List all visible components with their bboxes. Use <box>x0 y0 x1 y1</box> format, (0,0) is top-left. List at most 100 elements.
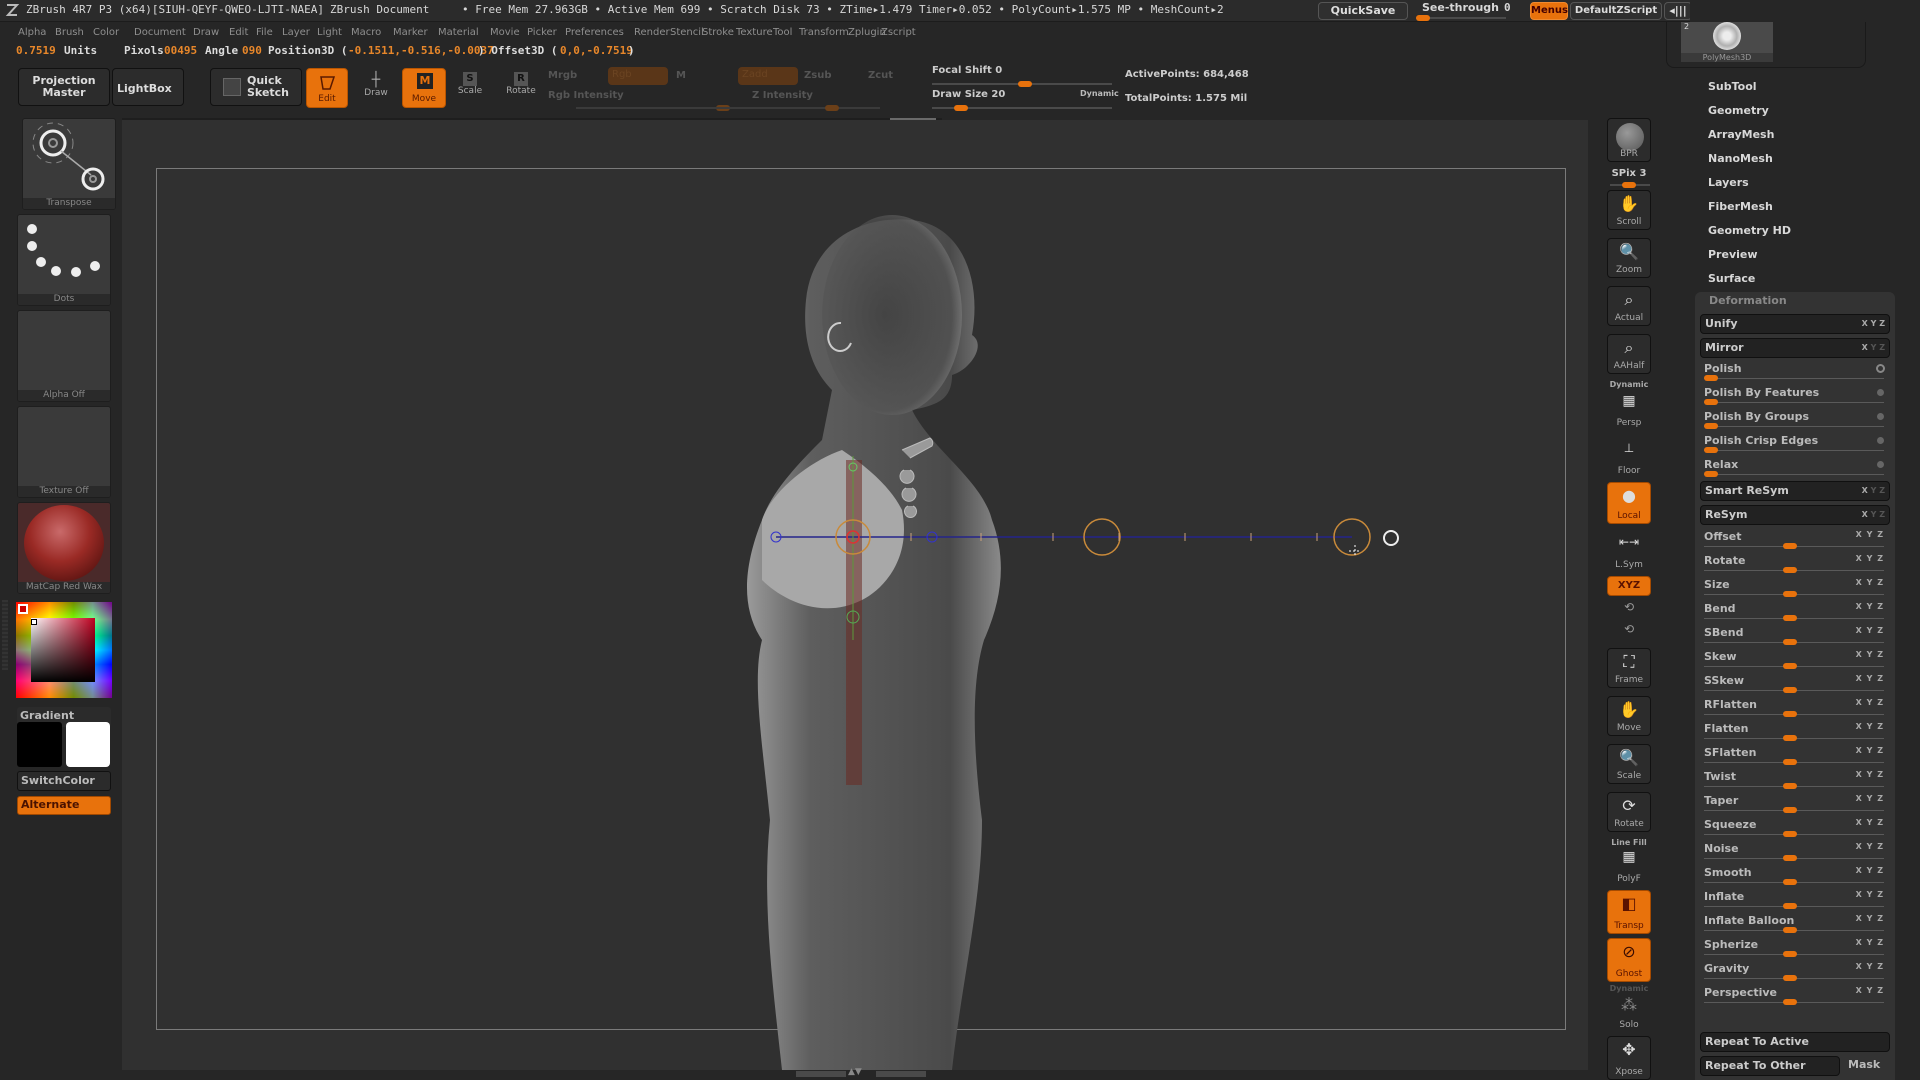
material-picker[interactable]: MatCap Red Wax <box>17 502 111 594</box>
menu-draw[interactable]: Draw <box>193 27 219 38</box>
deformation-slider[interactable]: Perspective X Y Z <box>1700 986 1890 1010</box>
transpose-handle-icon[interactable] <box>1383 530 1399 546</box>
axis-toggles[interactable]: X Y Z <box>1856 626 1884 635</box>
slider-knob[interactable] <box>1704 423 1718 429</box>
slider-track[interactable] <box>1704 927 1884 933</box>
focal-shift-slider[interactable] <box>932 81 1112 87</box>
zcut-toggle[interactable]: Zcut <box>868 70 893 81</box>
alpha-picker[interactable]: Alpha Off <box>17 310 111 402</box>
slider-track[interactable] <box>1704 615 1884 621</box>
deformation-slider[interactable]: Taper X Y Z <box>1700 794 1890 818</box>
dynamic-toggle[interactable]: Dynamic <box>1080 89 1119 98</box>
stroke-picker[interactable]: Dots <box>17 214 111 306</box>
slider-knob[interactable] <box>1783 735 1797 741</box>
axis-toggles[interactable]: X Y Z <box>1856 914 1884 923</box>
slider-track[interactable] <box>1704 687 1884 693</box>
axis-toggles[interactable]: X Y Z <box>1856 842 1884 851</box>
slider-knob[interactable] <box>1783 903 1797 909</box>
axis-toggles[interactable]: X Y Z <box>1856 866 1884 875</box>
resym-button[interactable]: ReSym X Y Z <box>1700 505 1890 525</box>
deformation-slider[interactable]: Inflate Balloon X Y Z <box>1700 914 1890 938</box>
zsub-toggle[interactable]: Zsub <box>804 70 831 81</box>
axis-toggles[interactable]: X Y Z <box>1856 986 1884 995</box>
polish-mode-dot-icon[interactable] <box>1877 389 1884 396</box>
menu-texture[interactable]: Texture <box>736 27 773 38</box>
lsym-button[interactable]: ⇤⇥ L.Sym <box>1607 532 1651 572</box>
resym-axes[interactable]: X Y Z <box>1862 506 1885 524</box>
scale-mode-button[interactable]: S Scale <box>452 72 488 108</box>
subpalette-fibermesh[interactable]: FiberMesh <box>1708 200 1773 213</box>
slider-knob[interactable] <box>1783 927 1797 933</box>
canvas-bottom-handle[interactable]: ▲▼ <box>796 1067 926 1078</box>
polish-mode-dot-icon[interactable] <box>1877 413 1884 420</box>
slider-track[interactable] <box>1704 855 1884 861</box>
default-zscript-button[interactable]: DefaultZScript <box>1570 2 1662 20</box>
menu-document[interactable]: Document <box>134 27 186 38</box>
edit-mode-button[interactable]: Edit <box>306 68 348 108</box>
solo-button[interactable]: ⁂ Solo <box>1607 992 1651 1032</box>
rgb-toggle[interactable]: Rgb <box>608 67 668 85</box>
slider-knob[interactable] <box>1704 399 1718 405</box>
slider-knob[interactable] <box>1783 951 1797 957</box>
rotate-mode-button[interactable]: R Rotate <box>501 72 541 108</box>
menu-layer[interactable]: Layer <box>282 27 310 38</box>
alternate-toggle[interactable]: Alternate <box>17 796 111 815</box>
lightbox-button[interactable]: LightBox <box>112 68 184 106</box>
menu-transform[interactable]: Transform <box>799 27 849 38</box>
spix-slider[interactable] <box>1610 182 1650 188</box>
axis-toggles[interactable]: X Y Z <box>1856 890 1884 899</box>
menu-tool[interactable]: Tool <box>773 27 792 38</box>
slider-track[interactable] <box>1704 567 1884 573</box>
projection-master-button[interactable]: Projection Master <box>18 68 110 106</box>
ghost-button[interactable]: ⊘ Ghost <box>1607 938 1651 982</box>
menu-movie[interactable]: Movie <box>490 27 520 38</box>
slider-knob[interactable] <box>1783 855 1797 861</box>
deformation-slider[interactable]: Inflate X Y Z <box>1700 890 1890 914</box>
zoom-button[interactable]: 🔍 Zoom <box>1607 238 1651 278</box>
slider-track[interactable] <box>1704 951 1884 957</box>
polish-mode-dot-icon[interactable] <box>1877 437 1884 444</box>
menu-render[interactable]: Render <box>634 27 670 38</box>
slider-knob[interactable] <box>1783 759 1797 765</box>
polish-mode-dot-icon[interactable] <box>1877 461 1884 468</box>
slider-knob[interactable] <box>1783 999 1797 1005</box>
deformation-slider[interactable]: SFlatten X Y Z <box>1700 746 1890 770</box>
deformation-slider[interactable]: Twist X Y Z <box>1700 770 1890 794</box>
subpalette-subtool[interactable]: SubTool <box>1708 80 1757 93</box>
slider-knob[interactable] <box>1783 783 1797 789</box>
axis-toggles[interactable]: X Y Z <box>1856 530 1884 539</box>
slider-knob[interactable] <box>1783 663 1797 669</box>
quicksave-button[interactable]: QuickSave <box>1318 2 1408 20</box>
deformation-slider[interactable]: SSkew X Y Z <box>1700 674 1890 698</box>
deformation-slider[interactable]: Gravity X Y Z <box>1700 962 1890 986</box>
polish-mode-toggle-icon[interactable] <box>1876 364 1885 373</box>
subpalette-nanomesh[interactable]: NanoMesh <box>1708 152 1773 165</box>
axis-toggles[interactable]: X Y Z <box>1856 674 1884 683</box>
scroll-button[interactable]: ✋ Scroll <box>1607 190 1651 230</box>
draw-size-slider[interactable] <box>932 105 1112 111</box>
slider-knob[interactable] <box>1783 639 1797 645</box>
quick-sketch-button[interactable]: Quick Sketch <box>210 68 302 106</box>
menu-color[interactable]: Color <box>93 27 119 38</box>
subpalette-layers[interactable]: Layers <box>1708 176 1749 189</box>
menu-stroke[interactable]: Stroke <box>702 27 734 38</box>
polymesh3d-tool-thumbnail[interactable]: 2 PolyMesh3D <box>1681 22 1773 62</box>
draw-mode-button[interactable]: ┼ Draw <box>356 72 396 108</box>
aahalf-button[interactable]: ⌕ AAHalf <box>1607 334 1651 374</box>
menu-stencil[interactable]: Stencil <box>670 27 704 38</box>
human-figure-mesh[interactable] <box>747 215 1001 1070</box>
polish-slider[interactable]: Polish By Groups <box>1700 410 1890 434</box>
frame-button[interactable]: ⛶ Frame <box>1607 648 1651 688</box>
smart-resym-axes[interactable]: X Y Z <box>1862 482 1885 500</box>
floor-button[interactable]: ⊥ Floor <box>1607 438 1651 478</box>
slider-track[interactable] <box>1704 447 1884 453</box>
subpalette-geometry[interactable]: Geometry <box>1708 104 1769 117</box>
subpalette-geometry-hd[interactable]: Geometry HD <box>1708 224 1791 237</box>
texture-picker[interactable]: Texture Off <box>17 406 111 498</box>
slider-track[interactable] <box>1704 663 1884 669</box>
color-picker-hue-ring[interactable] <box>16 602 112 698</box>
subpalette-arraymesh[interactable]: ArrayMesh <box>1708 128 1774 141</box>
subpalette-preview[interactable]: Preview <box>1708 248 1758 261</box>
polish-slider[interactable]: Polish <box>1700 362 1890 386</box>
unify-button[interactable]: Unify X Y Z <box>1700 314 1890 334</box>
